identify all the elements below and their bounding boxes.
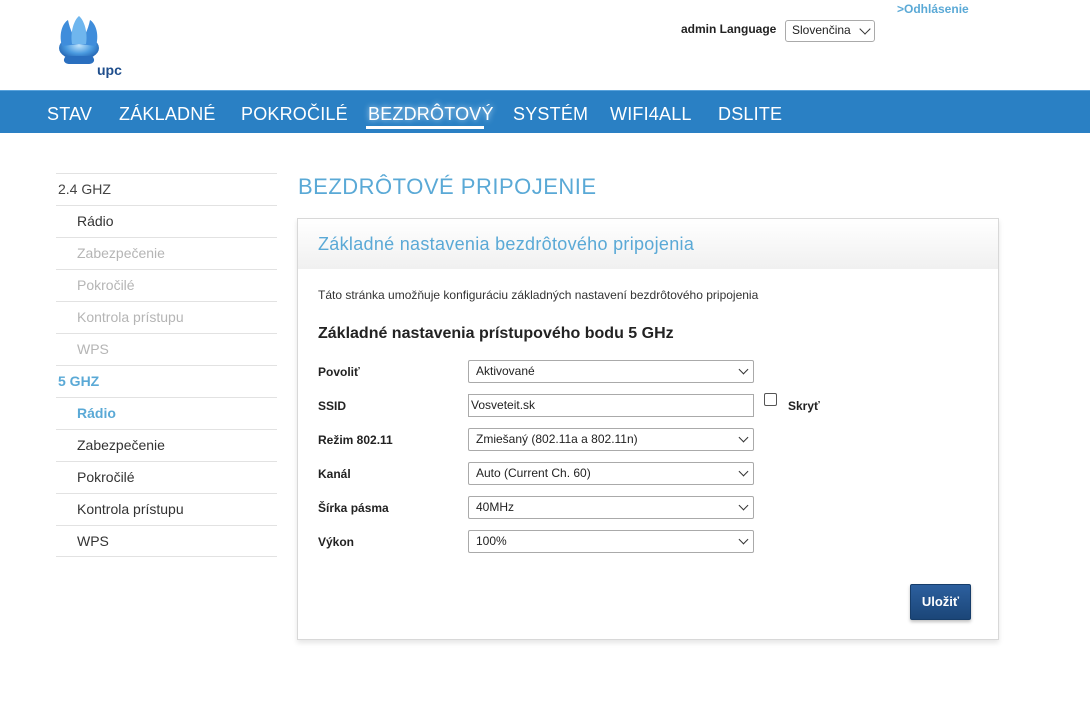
chevron-down-icon [738,500,749,511]
sidebar-item-5-wps[interactable]: WPS [56,525,277,557]
power-value: 100% [476,534,507,548]
channel-label: Kanál [318,467,351,481]
sidebar-item-24-radio[interactable]: Rádio [56,205,277,237]
chevron-down-icon [738,432,749,443]
enable-value: Aktivované [476,364,535,378]
sidebar: 2.4 GHZ Rádio Zabezpečenie Pokročilé Kon… [56,173,277,557]
settings-panel: Základné nastavenia bezdrôtového pripoje… [297,218,999,640]
save-button[interactable]: Uložiť [910,584,971,620]
page-title: BEZDRÔTOVÉ PRIPOJENIE [298,174,597,199]
logout-link[interactable]: >Odhlásenie [897,2,969,16]
logo-text: upc [97,62,122,78]
panel-title: Základné nastavenia bezdrôtového pripoje… [318,234,695,254]
nav-item-wifi4all[interactable]: WIFI4ALL [610,104,692,125]
nav-active-underline [366,126,484,129]
nav-item-system[interactable]: SYSTÉM [513,104,588,125]
power-select[interactable]: 100% [468,530,754,553]
mode-select[interactable]: Zmiešaný (802.11a a 802.11n) [468,428,754,451]
sidebar-item-5-advanced[interactable]: Pokročilé [56,461,277,493]
sidebar-item-5-security[interactable]: Zabezpečenie [56,429,277,461]
mode-value: Zmiešaný (802.11a a 802.11n) [476,432,638,446]
language-select[interactable]: Slovenčina [785,20,875,42]
hide-ssid-checkbox[interactable] [764,393,777,406]
nav-item-pokrocile[interactable]: POKROČILÉ [241,104,348,125]
bandwidth-value: 40MHz [476,500,515,514]
header: upc >Odhlásenie admin Language Slovenčin… [0,0,1090,90]
chevron-down-icon [738,466,749,477]
panel-header: Základné nastavenia bezdrôtového pripoje… [298,219,998,269]
sidebar-item-5-radio[interactable]: Rádio [56,397,277,429]
hide-ssid-label: Skryť [788,399,820,413]
enable-label: Povoliť [318,365,360,379]
bandwidth-select[interactable]: 40MHz [468,496,754,519]
channel-value: Auto (Current Ch. 60) [476,466,591,480]
sidebar-item-5-access-control[interactable]: Kontrola prístupu [56,493,277,525]
sidebar-item-24-wps[interactable]: WPS [56,333,277,365]
section-title: Základné nastavenia prístupového bodu 5 … [318,325,674,342]
nav-item-zakladne[interactable]: ZÁKLADNÉ [119,104,216,125]
main-nav: STAV ZÁKLADNÉ POKROČILÉ BEZDRÔTOVÝ SYSTÉ… [0,90,1090,133]
sidebar-section-5ghz[interactable]: 5 GHZ [56,365,277,397]
channel-select[interactable]: Auto (Current Ch. 60) [468,462,754,485]
nav-item-dslite[interactable]: DSLITE [718,104,782,125]
nav-item-bezdrotovy[interactable]: BEZDRÔTOVÝ [368,104,494,125]
mode-label: Režim 802.11 [318,433,393,447]
nav-item-stav[interactable]: STAV [47,104,92,125]
chevron-down-icon [859,23,871,35]
chevron-down-icon [738,364,749,375]
language-value: Slovenčina [792,23,851,37]
user-language-label: admin Language [681,22,777,36]
enable-select[interactable]: Aktivované [468,360,754,383]
bandwidth-label: Šírka pásma [318,501,389,515]
power-label: Výkon [318,535,355,549]
sidebar-item-24-advanced[interactable]: Pokročilé [56,269,277,301]
ssid-input[interactable]: Vosveteit.sk [468,394,754,417]
ssid-label: SSID [318,399,347,413]
sidebar-item-24-security[interactable]: Zabezpečenie [56,237,277,269]
panel-description: Táto stránka umožňuje konfiguráciu zákla… [318,288,759,302]
sidebar-section-2-4ghz[interactable]: 2.4 GHZ [56,173,277,205]
chevron-down-icon [738,534,749,545]
sidebar-item-24-access-control[interactable]: Kontrola prístupu [56,301,277,333]
